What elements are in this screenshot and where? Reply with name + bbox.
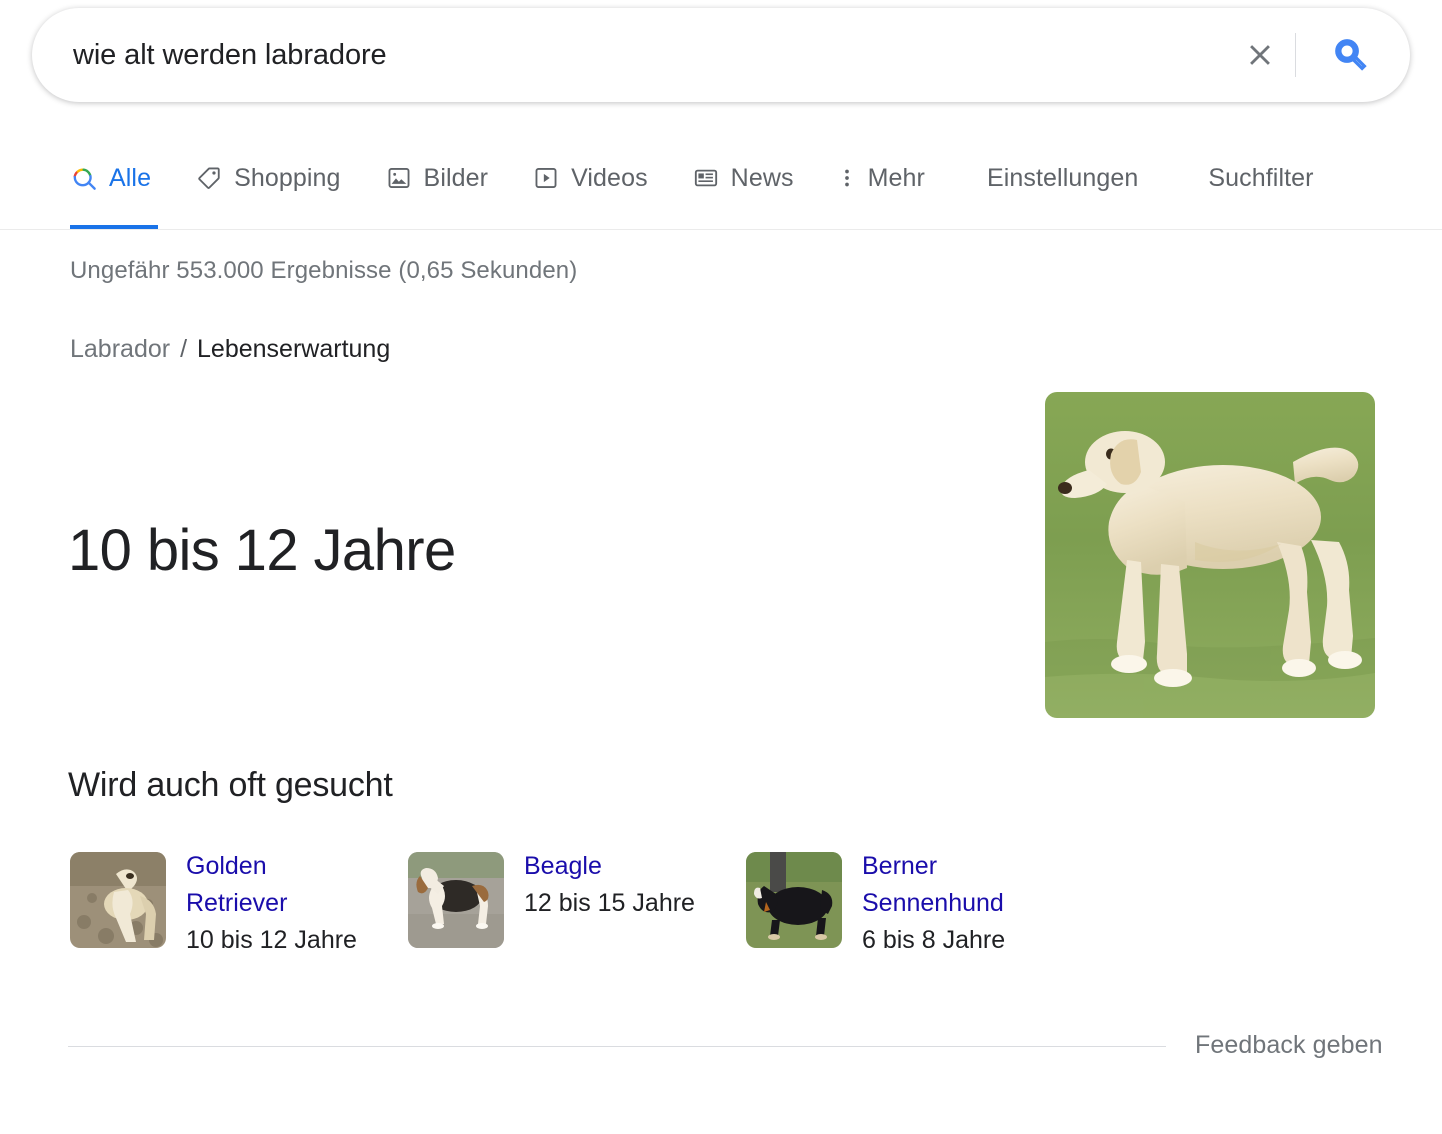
- list-item-lifespan: 6 bis 8 Jahre: [862, 926, 1006, 954]
- tab-einstellungen[interactable]: Einstellungen: [987, 150, 1138, 206]
- list-item-link[interactable]: Beagle: [524, 848, 684, 885]
- tag-icon: [195, 164, 223, 192]
- tab-einstellungen-label: Einstellungen: [986, 163, 1139, 192]
- list-item[interactable]: Beagle 12 bis 15 Jahre: [408, 852, 746, 959]
- tab-videos-label: Videos: [571, 163, 648, 192]
- also-searched-title: Wird auch oft gesucht: [68, 766, 393, 804]
- tab-mehr-label: Mehr: [867, 163, 925, 192]
- tab-mehr[interactable]: Mehr: [838, 150, 925, 206]
- list-item-link[interactable]: Berner Sennenhund: [862, 848, 1037, 922]
- tab-shopping-label: Shopping: [234, 163, 341, 192]
- footer-divider: [68, 1046, 1166, 1047]
- tab-news-label: News: [730, 163, 794, 192]
- featured-answer: 10 bis 12 Jahre: [68, 518, 456, 583]
- also-searched-list: Golden Retriever 10 bis 12 Jahre Beagle: [70, 852, 1390, 959]
- breadcrumb-item-lebenserwartung: Lebenserwartung: [197, 335, 391, 363]
- list-item-text: Beagle 12 bis 15 Jahre: [524, 848, 695, 922]
- breadcrumb: Labrador / Lebenserwartung: [70, 335, 390, 364]
- list-item[interactable]: Berner Sennenhund 6 bis 8 Jahre: [746, 852, 1084, 959]
- labrador-hero-image[interactable]: [1045, 392, 1375, 718]
- search-tabs-bar: Alle Shopping Bilder Videos News Mehr Ei…: [0, 150, 1442, 230]
- search-tabs-left: Alle Shopping Bilder Videos News Mehr Ei…: [70, 150, 1362, 225]
- search-divider: [1295, 33, 1296, 77]
- list-item-lifespan: 12 bis 15 Jahre: [524, 889, 695, 917]
- image-icon: [385, 164, 413, 192]
- breadcrumb-item-labrador[interactable]: Labrador: [70, 335, 170, 364]
- labrador-photo: [1045, 392, 1375, 718]
- tab-news[interactable]: News: [692, 150, 794, 206]
- tab-suchfilter[interactable]: Suchfilter: [1208, 150, 1313, 206]
- video-play-icon: [532, 164, 560, 192]
- feedback-link[interactable]: Feedback geben: [1195, 1031, 1383, 1060]
- list-item-text: Berner Sennenhund 6 bis 8 Jahre: [862, 848, 1037, 959]
- breadcrumb-separator: /: [180, 335, 188, 363]
- active-tab-underline: [70, 225, 158, 229]
- tab-bilder-label: Bilder: [423, 163, 489, 192]
- tab-videos[interactable]: Videos: [532, 150, 648, 206]
- berner-sennenhund-thumb: [746, 852, 842, 948]
- search-bar[interactable]: [32, 8, 1410, 102]
- search-icon: [1335, 39, 1367, 71]
- list-item-lifespan: 10 bis 12 Jahre: [186, 926, 357, 954]
- tab-suchfilter-label: Suchfilter: [1208, 163, 1314, 192]
- search-input[interactable]: [73, 33, 1233, 77]
- tab-bilder[interactable]: Bilder: [385, 150, 489, 206]
- tab-alle[interactable]: Alle: [70, 150, 151, 206]
- list-item[interactable]: Golden Retriever 10 bis 12 Jahre: [70, 852, 408, 959]
- clear-search-button[interactable]: [1233, 28, 1287, 82]
- result-stats: Ungefähr 553.000 Ergebnisse (0,65 Sekund…: [70, 257, 578, 284]
- close-icon: [1250, 45, 1270, 65]
- more-vert-icon: [838, 164, 856, 192]
- tab-alle-label: Alle: [109, 163, 152, 192]
- golden-retriever-thumb: [70, 852, 166, 948]
- beagle-thumb: [408, 852, 504, 948]
- newspaper-icon: [692, 164, 720, 192]
- search-submit-button[interactable]: [1320, 24, 1382, 86]
- google-search-icon: [70, 164, 98, 192]
- list-item-text: Golden Retriever 10 bis 12 Jahre: [186, 848, 357, 959]
- tab-shopping[interactable]: Shopping: [195, 150, 340, 206]
- search-bar-container: [32, 8, 1410, 102]
- list-item-link[interactable]: Golden Retriever: [186, 848, 346, 922]
